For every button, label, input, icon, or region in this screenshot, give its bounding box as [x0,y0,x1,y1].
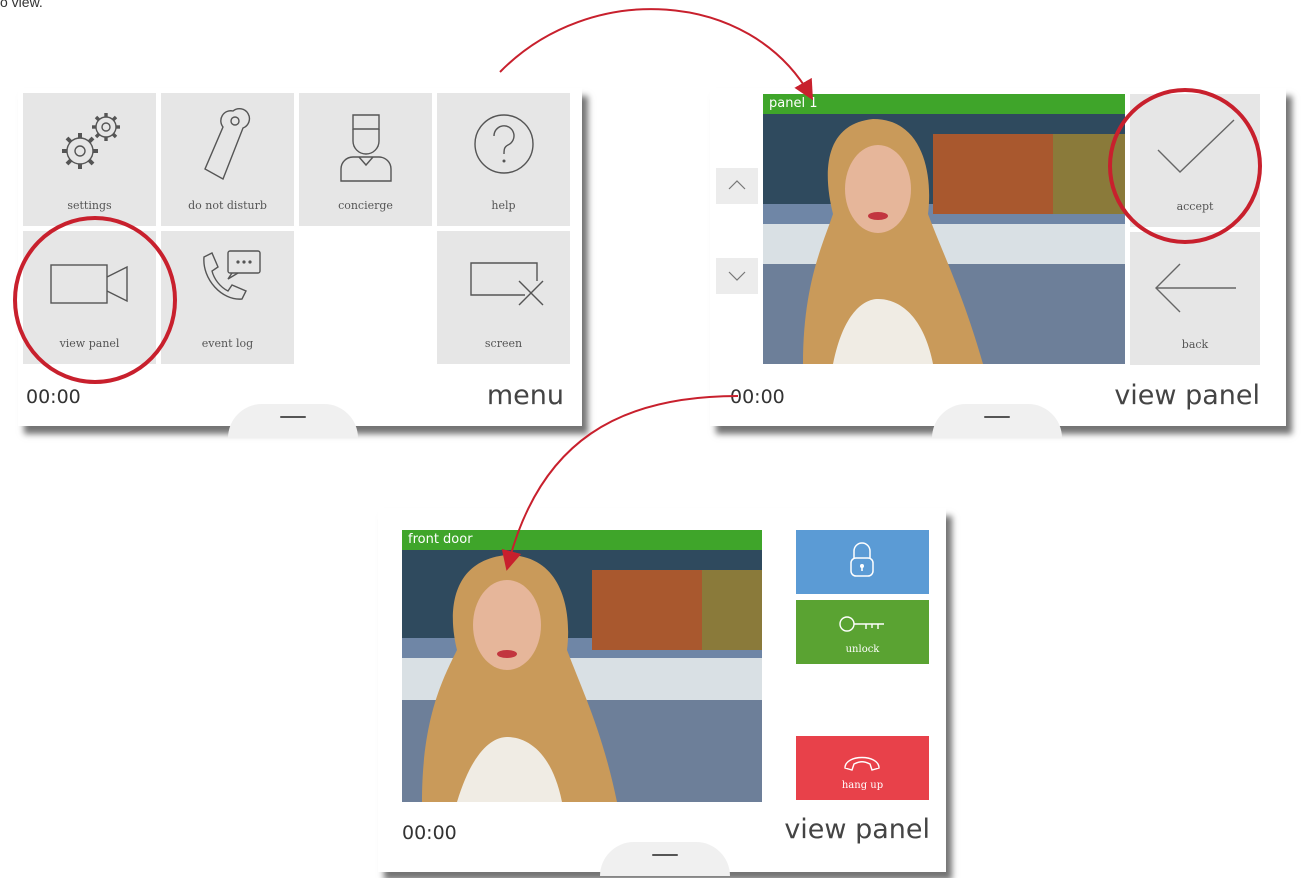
back-label: back [1181,338,1209,351]
clock-time: 00:00 [26,386,81,408]
chevron-up-icon [728,180,746,190]
unlock-button[interactable]: unlock [796,600,929,664]
video-image [763,94,1125,364]
question-icon [473,114,534,174]
event-log-tile[interactable]: event log [161,231,294,364]
settings-tile[interactable]: settings [23,93,156,226]
checkmark-icon [1157,119,1235,173]
menu-screen: settings do not disturb concierge help v… [18,88,582,438]
accept-button[interactable]: accept [1130,94,1260,227]
screen-title: menu [486,380,564,411]
event-log-label: event log [201,337,254,350]
clock-time: 00:00 [402,822,457,844]
help-label: help [491,199,516,212]
screen-off-icon [469,262,543,306]
hang-up-icon [844,756,880,771]
video-label: front door [402,530,762,550]
view-panel-label: view panel [59,337,120,350]
screen-tile[interactable]: screen [437,231,570,364]
drawer-handle[interactable] [600,842,730,876]
call-screen: panel 1 accept back 00:00 view panel [710,88,1286,438]
drawer-handle[interactable] [932,404,1062,438]
concierge-icon [339,114,392,182]
video-image [402,530,762,802]
unlock-label: unlock [845,644,880,655]
settings-label: settings [67,199,112,212]
video-label: panel 1 [763,94,1125,114]
screen-label: screen [484,337,523,350]
camera-icon [49,264,128,304]
clock-time: 00:00 [730,386,785,408]
gears-icon [61,113,120,169]
view-panel-tile[interactable]: view panel [23,231,156,364]
hang-up-label: hang up [841,780,884,791]
video-feed: front door [402,530,762,802]
hang-up-button[interactable]: hang up [796,736,929,800]
key-icon [839,616,884,632]
help-tile[interactable]: help [437,93,570,226]
do-not-disturb-tile[interactable]: do not disturb [161,93,294,226]
do-not-disturb-label: do not disturb [188,199,267,212]
drawer-handle[interactable] [228,404,358,438]
screen-title: view panel [784,814,930,845]
video-feed: panel 1 [763,94,1125,364]
concierge-tile[interactable]: concierge [299,93,432,226]
concierge-label: concierge [338,199,393,212]
door-hanger-icon [203,107,250,181]
arrow-menu-to-call [499,8,813,101]
phone-chat-icon [202,250,261,300]
scroll-up-button[interactable] [716,168,758,204]
door-screen: front door unlock hang up 00:00 view pan… [378,508,946,876]
lock-button[interactable] [796,530,929,594]
scroll-down-button[interactable] [716,258,758,294]
lock-icon [850,542,874,577]
accept-label: accept [1176,200,1214,213]
arrow-left-icon [1155,263,1236,313]
caption-text: o view. [0,0,43,10]
chevron-down-icon [728,271,746,281]
back-button[interactable]: back [1130,232,1260,365]
screen-title: view panel [1114,380,1260,411]
